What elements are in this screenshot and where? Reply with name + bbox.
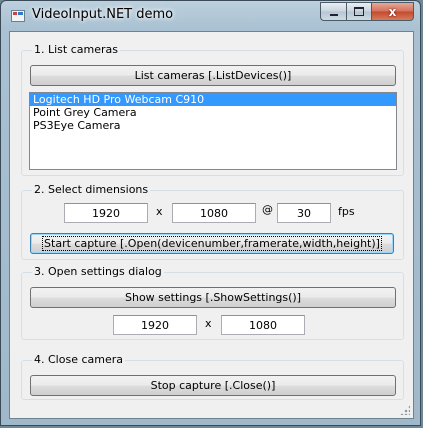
camera-listbox[interactable]: Logitech HD Pro Webcam C910 Point Grey C… [29,92,397,170]
form-client-area: 1. List cameras List cameras [.ListDevic… [9,31,414,419]
close-camera-group-label: 4. Close camera [32,353,125,366]
camera-list-item[interactable]: Point Grey Camera [30,106,396,119]
settings-height-input[interactable] [221,315,305,335]
start-capture-button[interactable]: Start capture [.Open(devicenumber,framer… [30,233,394,254]
stop-capture-button-label: Stop capture [.Close()] [150,379,276,392]
list-cameras-button[interactable]: List cameras [.ListDevices()] [30,65,396,86]
title-bar[interactable]: VideoInput.NET demo x [1,1,420,31]
capture-width-input[interactable] [64,203,148,223]
close-camera-group: 4. Close camera Stop capture [.Close()] [21,353,404,400]
close-icon: x [388,4,397,19]
minimize-icon [329,13,338,16]
window-title: VideoInput.NET demo [32,7,174,22]
camera-list-item[interactable]: Logitech HD Pro Webcam C910 [30,93,396,106]
framerate-separator: @ [262,203,273,216]
minimize-button[interactable] [320,2,346,21]
start-capture-button-label: Start capture [.Open(devicenumber,framer… [42,236,382,251]
show-settings-button[interactable]: Show settings [.ShowSettings()] [30,287,396,308]
framerate-input[interactable] [277,203,331,223]
select-dimensions-group-label: 2. Select dimensions [32,183,151,196]
app-icon [11,10,25,22]
resize-grip[interactable] [400,405,410,415]
stop-capture-button[interactable]: Stop capture [.Close()] [30,375,396,396]
list-cameras-group-label: 1. List cameras [32,43,120,56]
settings-dimension-separator: x [205,317,212,330]
caption-buttons: x [320,2,414,22]
settings-dialog-group-label: 3. Open settings dialog [32,265,164,278]
show-settings-button-label: Show settings [.ShowSettings()] [125,291,301,304]
list-cameras-group: 1. List cameras List cameras [.ListDevic… [21,43,404,176]
settings-width-input[interactable] [113,315,197,335]
dimension-separator: x [156,205,163,218]
list-cameras-button-label: List cameras [.ListDevices()] [134,69,292,82]
app-window: VideoInput.NET demo x 1. List cameras Li… [0,0,421,426]
close-button[interactable]: x [371,2,414,21]
fps-label: fps [338,205,355,218]
settings-dialog-group: 3. Open settings dialog Show settings [.… [21,265,404,340]
maximize-icon [354,7,364,16]
select-dimensions-group: 2. Select dimensions x @ fps Start captu… [21,183,404,260]
maximize-button[interactable] [346,2,371,21]
camera-list-item[interactable]: PS3Eye Camera [30,119,396,132]
capture-height-input[interactable] [172,203,256,223]
